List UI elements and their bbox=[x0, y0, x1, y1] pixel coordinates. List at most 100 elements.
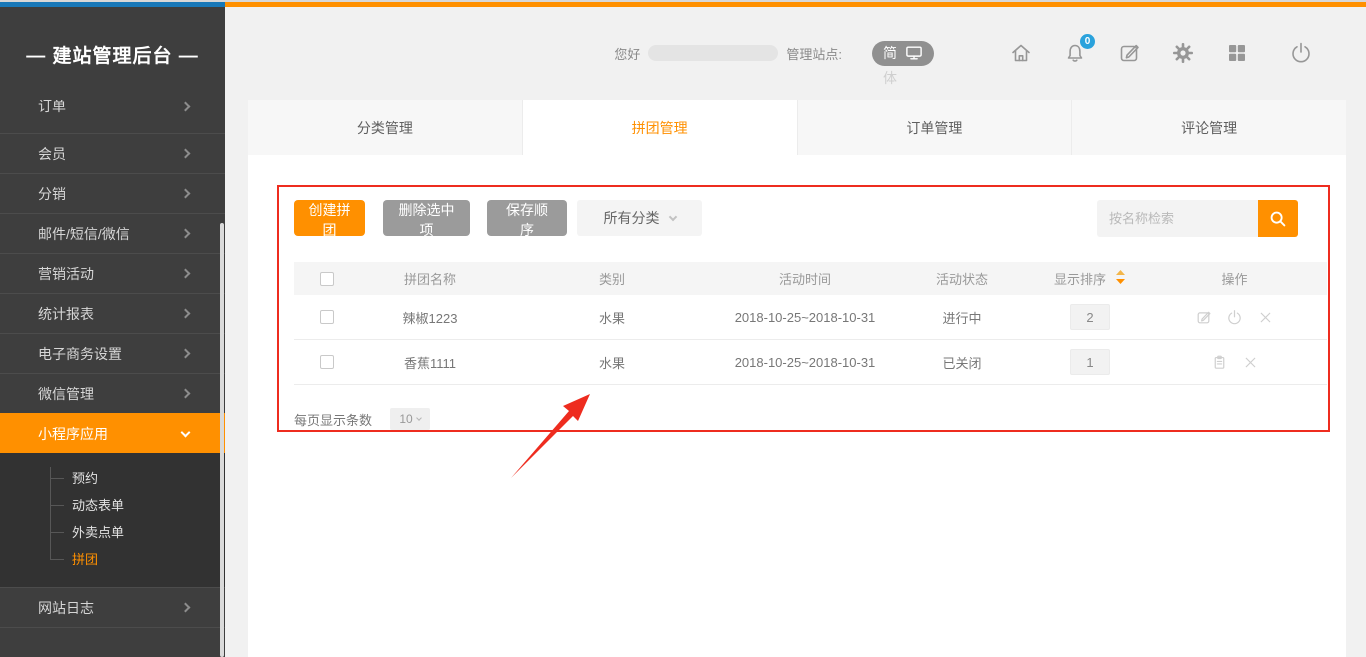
table-header-类别: 类别 bbox=[500, 269, 724, 288]
sidebar-item-分销[interactable]: 分销 bbox=[0, 173, 225, 213]
sidebar: — 建站管理后台 — 订单会员分销邮件/短信/微信营销活动统计报表电子商务设置微… bbox=[0, 7, 225, 657]
edit-icon[interactable] bbox=[1116, 40, 1142, 66]
delete-selected-button[interactable]: 删除选中项 bbox=[383, 200, 470, 236]
sidebar-item-label: 网站日志 bbox=[38, 598, 94, 618]
power-icon[interactable] bbox=[1225, 307, 1245, 327]
chevron-down-icon bbox=[416, 415, 422, 421]
group-buy-table: 拼团名称类别活动时间活动状态显示排序操作辣椒1223水果2018-10-25~2… bbox=[294, 262, 1327, 385]
row-checkbox[interactable] bbox=[320, 355, 334, 369]
row-checkbox-cell bbox=[294, 310, 360, 324]
sidebar-item-微信管理[interactable]: 微信管理 bbox=[0, 373, 225, 413]
sidebar-scrollbar[interactable] bbox=[220, 223, 224, 657]
table-header-拼团名称: 拼团名称 bbox=[360, 269, 500, 288]
top-strip bbox=[0, 0, 1366, 7]
sidebar-item-邮件/短信/微信[interactable]: 邮件/短信/微信 bbox=[0, 213, 225, 253]
tab-分类管理[interactable]: 分类管理 bbox=[248, 100, 523, 155]
row-actions-cell bbox=[1142, 307, 1327, 327]
row-actions-cell bbox=[1142, 352, 1327, 372]
search-input[interactable] bbox=[1097, 200, 1258, 237]
chevron-right-icon bbox=[181, 101, 191, 111]
table-header-显示排序: 显示排序 bbox=[1038, 269, 1142, 288]
tab-bar: 分类管理拼团管理订单管理评论管理 bbox=[248, 100, 1346, 155]
row-category: 水果 bbox=[500, 308, 724, 327]
sidebar-filler bbox=[0, 627, 225, 657]
gear-icon[interactable] bbox=[1170, 40, 1196, 66]
search-button[interactable] bbox=[1258, 200, 1298, 237]
sidebar-subitem-预约[interactable]: 预约 bbox=[0, 465, 225, 492]
row-time: 2018-10-25~2018-10-31 bbox=[724, 310, 886, 325]
save-order-button[interactable]: 保存顺序 bbox=[487, 200, 567, 236]
column-header-label: 活动时间 bbox=[779, 269, 831, 288]
row-checkbox-cell bbox=[294, 355, 360, 369]
sidebar-item-订单[interactable]: 订单 bbox=[0, 100, 225, 126]
row-status: 进行中 bbox=[886, 308, 1038, 327]
row-status-text: 已关闭 bbox=[942, 353, 981, 372]
sort-order-input[interactable]: 1 bbox=[1070, 349, 1110, 375]
chevron-down-icon bbox=[181, 427, 191, 437]
table-header-row: 拼团名称类别活动时间活动状态显示排序操作 bbox=[294, 262, 1327, 295]
sidebar-item-统计报表[interactable]: 统计报表 bbox=[0, 293, 225, 333]
row-sort-cell: 2 bbox=[1038, 304, 1142, 330]
home-icon[interactable] bbox=[1008, 40, 1034, 66]
table-header-checkbox-cell bbox=[294, 272, 360, 286]
sidebar-item-partial[interactable]: 订单 bbox=[0, 100, 225, 133]
close-icon[interactable] bbox=[1240, 352, 1260, 372]
row-status: 已关闭 bbox=[886, 353, 1038, 372]
notification-badge: 0 bbox=[1080, 34, 1095, 49]
sidebar-subitem-动态表单[interactable]: 动态表单 bbox=[0, 492, 225, 519]
close-icon[interactable] bbox=[1256, 307, 1276, 327]
row-time: 2018-10-25~2018-10-31 bbox=[724, 355, 886, 370]
row-name: 辣椒1223 bbox=[360, 308, 500, 327]
sidebar-item-电子商务设置[interactable]: 电子商务设置 bbox=[0, 333, 225, 373]
sidebar-subitem-外卖点单[interactable]: 外卖点单 bbox=[0, 519, 225, 546]
tab-评论管理[interactable]: 评论管理 bbox=[1072, 100, 1346, 155]
search-group bbox=[1097, 200, 1298, 237]
tab-拼团管理[interactable]: 拼团管理 bbox=[523, 100, 798, 155]
table-row: 辣椒1223水果 2018-10-25~2018-10-31 进行中 2 bbox=[294, 295, 1327, 340]
chevron-right-icon bbox=[181, 309, 191, 319]
create-group-button[interactable]: 创建拼团 bbox=[294, 200, 365, 236]
chevron-right-icon bbox=[181, 229, 191, 239]
row-sort-cell: 1 bbox=[1038, 349, 1142, 375]
select-all-checkbox[interactable] bbox=[320, 272, 334, 286]
site-label: 管理站点: bbox=[786, 44, 842, 63]
language-overflow-text: 体 bbox=[883, 68, 897, 88]
row-time-text: 2018-10-25~2018-10-31 bbox=[735, 310, 876, 325]
row-time-text: 2018-10-25~2018-10-31 bbox=[735, 355, 876, 370]
row-category-text: 水果 bbox=[599, 353, 625, 372]
column-header-label: 操作 bbox=[1221, 269, 1247, 288]
sidebar-item-label: 会员 bbox=[38, 144, 66, 164]
row-checkbox[interactable] bbox=[320, 310, 334, 324]
page-size-select[interactable]: 10 bbox=[390, 408, 430, 430]
pagination: 每页显示条数 10 bbox=[294, 408, 430, 430]
column-header-label: 类别 bbox=[599, 269, 625, 288]
chevron-right-icon bbox=[181, 149, 191, 159]
sidebar-subitem-拼团[interactable]: 拼团 bbox=[0, 546, 225, 573]
sidebar-item-小程序应用[interactable]: 小程序应用 bbox=[0, 413, 225, 453]
apps-grid-icon[interactable] bbox=[1224, 40, 1250, 66]
language-toggle[interactable]: 简 体 bbox=[872, 41, 934, 66]
chevron-right-icon bbox=[181, 603, 191, 613]
sidebar-item-label: 邮件/短信/微信 bbox=[38, 224, 130, 244]
column-header-label: 显示排序 bbox=[1054, 269, 1106, 288]
chevron-right-icon bbox=[181, 189, 191, 199]
table-row: 香蕉1111水果2018-10-25~2018-10-31已关闭1 bbox=[294, 340, 1327, 385]
page-size-value: 10 bbox=[399, 412, 412, 426]
copy-icon[interactable] bbox=[1209, 352, 1229, 372]
edit-icon[interactable] bbox=[1194, 307, 1214, 327]
sidebar-item-网站日志[interactable]: 网站日志 bbox=[0, 587, 225, 627]
sidebar-item-label: 小程序应用 bbox=[38, 424, 108, 444]
sort-order-input[interactable]: 2 bbox=[1070, 304, 1110, 330]
bell-icon[interactable]: 0 bbox=[1062, 40, 1088, 66]
tab-订单管理[interactable]: 订单管理 bbox=[798, 100, 1073, 155]
sidebar-item-label: 分销 bbox=[38, 184, 66, 204]
sort-icon[interactable] bbox=[1115, 270, 1126, 287]
power-icon[interactable] bbox=[1288, 40, 1314, 66]
table-header-活动时间: 活动时间 bbox=[724, 269, 886, 288]
sidebar-item-营销活动[interactable]: 营销活动 bbox=[0, 253, 225, 293]
sidebar-item-会员[interactable]: 会员 bbox=[0, 133, 225, 173]
category-filter-dropdown[interactable]: 所有分类 bbox=[577, 200, 702, 236]
main-panel: 分类管理拼团管理订单管理评论管理 创建拼团 删除选中项 保存顺序 所有分类 拼团… bbox=[248, 100, 1346, 657]
chevron-down-icon bbox=[668, 212, 676, 220]
monitor-icon bbox=[905, 45, 923, 61]
